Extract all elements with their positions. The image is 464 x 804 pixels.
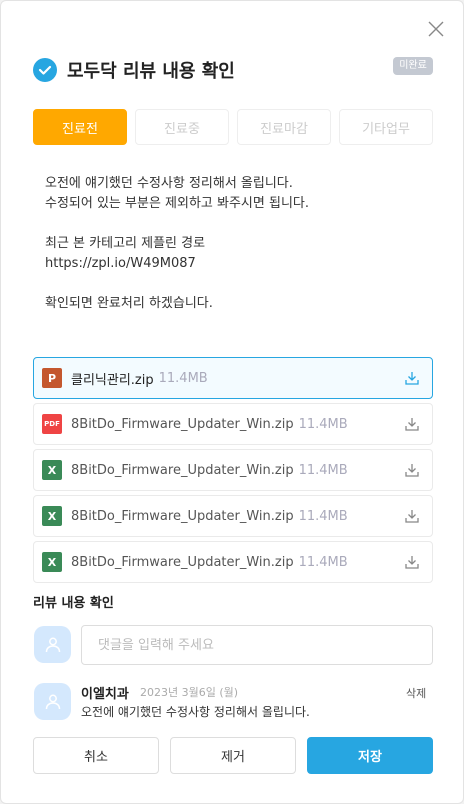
attachment-list: P 클리닉관리.zip 11.4MB PDF 8BitDo_Firmware_U… [33,357,433,587]
download-icon[interactable] [404,554,420,570]
comment-text: 오전에 얘기했던 수정사항 정리해서 올립니다. [81,705,310,719]
tab-before[interactable]: 진료전 [33,109,127,145]
file-size: 11.4MB [298,508,348,524]
download-icon[interactable] [404,416,420,432]
status-tabs: 진료전 진료중 진료마감 기타업무 [33,109,433,145]
download-icon[interactable] [404,370,420,386]
close-icon[interactable] [427,20,445,38]
comment-input[interactable] [81,625,433,665]
message-line [45,214,309,234]
tab-in-progress[interactable]: 진료중 [135,109,229,145]
attachment-item[interactable]: P 클리닉관리.zip 11.4MB [33,357,433,399]
message-link[interactable]: https://zpl.io/W49M087 [45,254,309,274]
message-body: 오전에 얘기했던 수정사항 정리해서 올립니다. 수정되어 있는 부분은 제외하… [45,174,309,314]
comment-author: 이엘치과 [81,687,129,702]
message-line: 수정되어 있는 부분은 제외하고 봐주시면 됩니다. [45,196,309,211]
message-line [45,274,309,294]
cancel-button[interactable]: 취소 [33,737,159,774]
file-name: 8BitDo_Firmware_Updater_Win.zip [71,416,294,432]
file-size: 11.4MB [298,554,348,570]
excel-file-icon: X [42,460,62,480]
attachment-item[interactable]: PDF 8BitDo_Firmware_Updater_Win.zip 11.4… [33,403,433,445]
file-name: 8BitDo_Firmware_Updater_Win.zip [71,508,294,524]
file-name: 클리닉관리.zip [71,372,154,388]
review-dialog: 모두닥 리뷰 내용 확인 미완료 진료전 진료중 진료마감 기타업무 오전에 얘… [0,0,464,804]
message-line: 최근 본 카테고리 제플린 경로 [45,236,206,251]
excel-file-icon: X [42,506,62,526]
message-line: 확인되면 완료처리 하겠습니다. [45,296,213,311]
message-line: 오전에 얘기했던 수정사항 정리해서 올립니다. [45,176,293,191]
file-name: 8BitDo_Firmware_Updater_Win.zip [71,462,294,478]
download-icon[interactable] [404,508,420,524]
review-section-title: 리뷰 내용 확인 [33,596,114,611]
file-size: 11.4MB [298,416,348,432]
check-circle-icon [33,58,57,82]
file-size: 11.4MB [298,462,348,478]
remove-button[interactable]: 제거 [170,737,296,774]
tab-other[interactable]: 기타업무 [339,109,433,145]
attachment-item[interactable]: X 8BitDo_Firmware_Updater_Win.zip 11.4MB [33,449,433,491]
file-size: 11.4MB [158,370,208,386]
tab-closed[interactable]: 진료마감 [237,109,331,145]
download-icon[interactable] [404,462,420,478]
powerpoint-file-icon: P [42,368,62,388]
attachment-item[interactable]: X 8BitDo_Firmware_Updater_Win.zip 11.4MB [33,541,433,583]
status-badge: 미완료 [393,57,433,75]
save-button[interactable]: 저장 [307,737,433,774]
title-row: 모두닥 리뷰 내용 확인 [33,57,235,83]
pdf-file-icon: PDF [42,414,62,434]
excel-file-icon: X [42,552,62,572]
file-name: 8BitDo_Firmware_Updater_Win.zip [71,554,294,570]
commenter-avatar-icon [34,683,71,720]
attachment-item[interactable]: X 8BitDo_Firmware_Updater_Win.zip 11.4MB [33,495,433,537]
dialog-title: 모두닥 리뷰 내용 확인 [67,61,235,82]
comment-date: 2023년 3월6일 (월) [140,686,239,699]
user-avatar-icon [34,626,71,663]
delete-comment-button[interactable]: 삭제 [406,685,426,701]
